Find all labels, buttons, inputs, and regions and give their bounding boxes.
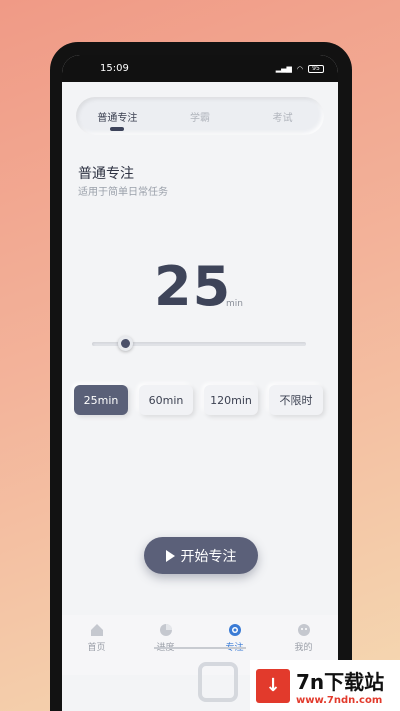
download-icon: ↓ xyxy=(256,668,290,703)
signal-icon: ▂▄▆ xyxy=(275,64,292,73)
watermark-url: www.7ndn.com xyxy=(296,694,383,706)
preset-60min-button[interactable]: 60min xyxy=(139,385,193,415)
preset-120min-button[interactable]: 120min xyxy=(204,385,258,415)
wifi-icon: ◠ xyxy=(296,64,303,73)
tab-scholar[interactable]: 学霸 xyxy=(159,109,242,124)
mode-title: 普通专注 xyxy=(78,166,134,182)
tab-normal-focus[interactable]: 普通专注 xyxy=(76,109,159,131)
status-time: 15:09 xyxy=(100,63,129,74)
timer-value: 25 xyxy=(154,255,232,318)
nav-underline xyxy=(154,647,246,649)
mode-subtitle: 适用于简单日常任务 xyxy=(78,187,168,198)
focus-icon xyxy=(228,624,241,636)
battery-icon: 95 xyxy=(308,64,324,73)
profile-icon xyxy=(297,624,310,636)
watermark-faint-logo xyxy=(198,662,238,702)
progress-icon xyxy=(159,624,172,636)
status-bar: 15:09 ▂▄▆ ◠ 95 xyxy=(62,55,338,82)
preset-25min-button[interactable]: 25min xyxy=(74,385,128,415)
tab-exam[interactable]: 考试 xyxy=(241,109,324,124)
play-icon xyxy=(165,549,175,562)
duration-slider-thumb[interactable] xyxy=(118,336,133,351)
tab-active-indicator xyxy=(110,126,125,131)
home-icon xyxy=(90,624,103,636)
preset-unlimited-button[interactable]: 不限时 xyxy=(269,385,323,415)
nav-item-progress[interactable]: 进度 xyxy=(131,615,200,675)
start-focus-button[interactable]: 开始专注 xyxy=(144,537,258,574)
watermark-title: 7n下载站 xyxy=(296,669,385,694)
mode-tabs: 普通专注 学霸 考试 xyxy=(76,97,324,135)
watermark: ↓ 7n下载站 www.7ndn.com xyxy=(250,660,400,711)
timer-unit: min xyxy=(226,299,243,309)
app-screen: 15:09 ▂▄▆ ◠ 95 普通专注 学霸 考试 普通专注 适用于简单日常任务… xyxy=(62,55,338,711)
duration-presets: 25min 60min 120min 不限时 xyxy=(74,385,323,415)
status-icons: ▂▄▆ ◠ 95 xyxy=(275,64,324,73)
nav-item-home[interactable]: 首页 xyxy=(62,615,131,675)
